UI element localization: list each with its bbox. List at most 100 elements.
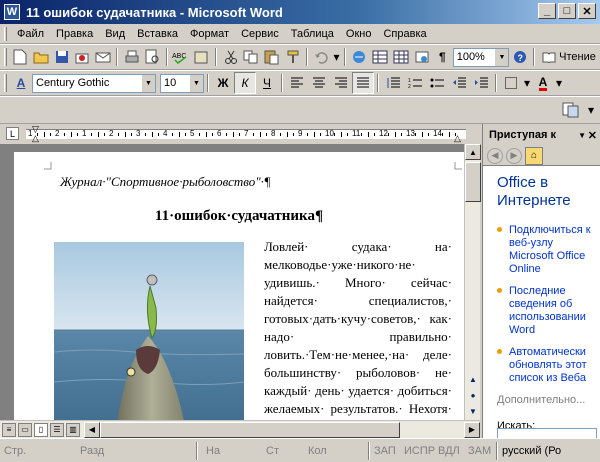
- fish-photo[interactable]: [54, 242, 244, 420]
- drawing-icon[interactable]: [411, 46, 432, 68]
- research-icon[interactable]: [192, 46, 213, 68]
- chevron-down-icon[interactable]: ▾: [522, 72, 532, 94]
- menu-edit[interactable]: Правка: [50, 28, 99, 40]
- next-page-icon[interactable]: ▼: [465, 404, 481, 418]
- link-auto-update[interactable]: Автоматически обновлять этот список из В…: [497, 346, 600, 385]
- chevron-down-icon[interactable]: ▾: [554, 72, 564, 94]
- menu-insert[interactable]: Вставка: [131, 28, 184, 40]
- chevron-down-icon[interactable]: ▼: [578, 131, 586, 140]
- link-office-online[interactable]: Подключиться к веб-узлу Microsoft Office…: [497, 224, 600, 276]
- print-icon[interactable]: [121, 46, 142, 68]
- cut-icon[interactable]: [220, 46, 241, 68]
- insert-table-icon[interactable]: [391, 46, 412, 68]
- search-input[interactable]: [497, 428, 597, 438]
- numbering-icon[interactable]: 12: [404, 72, 426, 94]
- toolbar-grip[interactable]: [4, 48, 7, 66]
- word-app-icon[interactable]: W: [4, 4, 20, 20]
- print-layout-icon[interactable]: ▯: [34, 422, 48, 437]
- scroll-left-icon[interactable]: ◀: [84, 421, 100, 438]
- task-pane-title[interactable]: Приступая к: [489, 129, 556, 141]
- menu-grip[interactable]: [4, 26, 7, 41]
- select-browse-object-icon[interactable]: ●: [465, 388, 481, 402]
- scroll-right-icon[interactable]: ▶: [464, 421, 480, 438]
- status-trk[interactable]: ИСПР: [404, 445, 435, 457]
- vertical-scrollbar[interactable]: ▲ ▲ ● ▼: [464, 144, 481, 420]
- tables-borders-icon[interactable]: [370, 46, 391, 68]
- minimize-button[interactable]: _: [538, 3, 556, 19]
- font-name-select[interactable]: Century Gothic ▼: [32, 73, 156, 93]
- underline-button[interactable]: Ч: [256, 72, 278, 94]
- scroll-thumb[interactable]: [465, 162, 481, 202]
- chevron-down-icon[interactable]: ▼: [494, 48, 509, 66]
- left-indent-marker[interactable]: △: [32, 133, 39, 144]
- reading-mode-button[interactable]: Чтение: [538, 51, 600, 63]
- borders-icon[interactable]: [500, 72, 522, 94]
- align-center-icon[interactable]: [308, 72, 330, 94]
- styles-icon[interactable]: A: [10, 72, 32, 94]
- font-size-select[interactable]: 10 ▼: [160, 73, 204, 93]
- toolbar-grip[interactable]: [4, 74, 7, 92]
- show-hide-icon[interactable]: ¶: [432, 46, 453, 68]
- align-right-icon[interactable]: [330, 72, 352, 94]
- forward-icon[interactable]: ▶: [506, 147, 522, 164]
- open-folder-icon[interactable]: [31, 46, 52, 68]
- zoom-select[interactable]: 100% ▼: [452, 47, 510, 67]
- document-map-icon[interactable]: [560, 99, 582, 121]
- status-language[interactable]: русский (Ро: [502, 445, 561, 457]
- web-layout-icon[interactable]: ▭: [18, 422, 32, 437]
- copy-icon[interactable]: [241, 46, 262, 68]
- email-icon[interactable]: [93, 46, 114, 68]
- menu-view[interactable]: Вид: [99, 28, 131, 40]
- new-document-icon[interactable]: [10, 46, 31, 68]
- document-page[interactable]: Журнал·"Спортивное·рыболовство"·¶ 11·оши…: [14, 152, 464, 420]
- menu-help[interactable]: Справка: [377, 28, 432, 40]
- decrease-indent-icon[interactable]: [448, 72, 470, 94]
- link-latest-news[interactable]: Последние сведения об использовании Word: [497, 285, 600, 337]
- line-spacing-icon[interactable]: [382, 72, 404, 94]
- chevron-down-icon[interactable]: ▾: [586, 99, 596, 121]
- home-icon[interactable]: ⌂: [525, 146, 543, 165]
- spelling-icon[interactable]: ABC: [171, 46, 192, 68]
- tab-selector[interactable]: L: [6, 127, 19, 140]
- close-icon[interactable]: ✕: [588, 129, 597, 142]
- menu-file[interactable]: Файл: [11, 28, 50, 40]
- justify-icon[interactable]: [352, 72, 374, 94]
- hyperlink-icon[interactable]: [349, 46, 370, 68]
- reading-layout-icon[interactable]: ▥: [66, 422, 80, 437]
- close-button[interactable]: ✕: [578, 3, 596, 19]
- outline-view-icon[interactable]: ☰: [50, 422, 64, 437]
- menu-tools[interactable]: Сервис: [235, 28, 285, 40]
- more-link[interactable]: Дополнительно...: [497, 394, 600, 406]
- status-rec[interactable]: ЗАП: [374, 445, 396, 457]
- previous-page-icon[interactable]: ▲: [465, 372, 481, 386]
- increase-indent-icon[interactable]: [470, 72, 492, 94]
- save-icon[interactable]: [51, 46, 72, 68]
- ruler-track[interactable]: 1 2 1 2 3 4 5 6 7 8 9 10 11 12 13 14: [26, 129, 466, 139]
- menu-table[interactable]: Таблица: [285, 28, 340, 40]
- chevron-down-icon[interactable]: ▼: [141, 74, 155, 92]
- hscroll-track[interactable]: [100, 421, 464, 438]
- paste-icon[interactable]: [262, 46, 283, 68]
- bullets-icon[interactable]: [426, 72, 448, 94]
- status-ext[interactable]: ВДЛ: [438, 445, 460, 457]
- print-preview-icon[interactable]: [142, 46, 163, 68]
- status-ovr[interactable]: ЗАМ: [468, 445, 491, 457]
- font-color-icon[interactable]: A: [532, 72, 554, 94]
- scroll-up-icon[interactable]: ▲: [465, 144, 481, 160]
- hscroll-thumb[interactable]: [100, 421, 400, 438]
- italic-button[interactable]: К: [234, 72, 256, 94]
- help-icon[interactable]: ?: [509, 46, 530, 68]
- normal-view-icon[interactable]: ≡: [2, 422, 16, 437]
- format-painter-icon[interactable]: [282, 46, 303, 68]
- permission-icon[interactable]: [72, 46, 93, 68]
- right-indent-marker[interactable]: △: [454, 133, 461, 144]
- align-left-icon[interactable]: [286, 72, 308, 94]
- menu-window[interactable]: Окно: [340, 28, 378, 40]
- undo-dropdown-icon[interactable]: ▾: [332, 46, 341, 68]
- menu-format[interactable]: Формат: [184, 28, 235, 40]
- bold-button[interactable]: Ж: [212, 72, 234, 94]
- back-icon[interactable]: ◀: [487, 147, 503, 164]
- undo-icon[interactable]: [311, 46, 332, 68]
- chevron-down-icon[interactable]: ▼: [189, 74, 203, 92]
- maximize-button[interactable]: □: [558, 3, 576, 19]
